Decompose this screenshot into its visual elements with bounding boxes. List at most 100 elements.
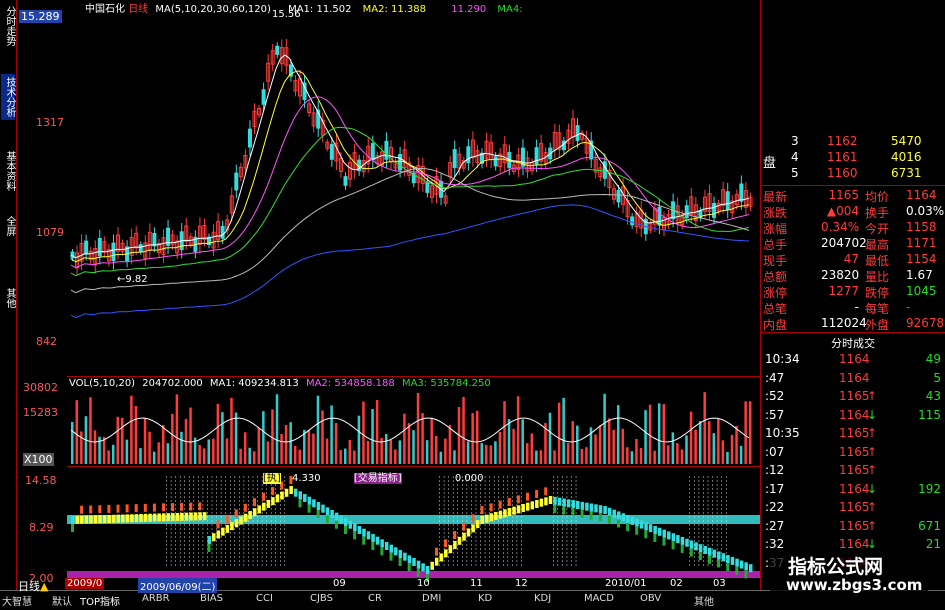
- volume-bar: [435, 436, 438, 464]
- indicator-tag2: [交易指标]: [353, 473, 402, 484]
- tick-time: :07: [765, 444, 785, 459]
- indicator-mark: [626, 523, 630, 532]
- tab-intraday[interactable]: 分时走势: [1, 4, 15, 48]
- date-label: 2009/0: [65, 578, 105, 589]
- tick-price: 1165: [839, 518, 870, 533]
- indicator-mark: [526, 492, 529, 501]
- period-indicator[interactable]: 日线▲: [18, 578, 48, 594]
- chart-area[interactable]: 中国石化 日线 MA(5,10,20,30,60,120) MA1: 11.50…: [67, 0, 760, 590]
- indicator-tab[interactable]: MACD: [584, 593, 614, 604]
- quote-label: 最新: [763, 190, 788, 204]
- indicator-mark: [535, 490, 539, 498]
- volume-bar: [152, 451, 156, 464]
- indicator-tab[interactable]: 大智慧: [2, 593, 32, 608]
- tab-fullscreen[interactable]: 全屏: [1, 214, 15, 238]
- indicator-mark: [234, 509, 238, 518]
- indicator-mark: [612, 509, 616, 518]
- tick-price: 1165: [839, 444, 870, 459]
- volume-bar: [526, 443, 529, 464]
- candle-body: [138, 244, 143, 252]
- indicator-mark: [539, 498, 544, 507]
- indicator-tab[interactable]: CR: [368, 593, 382, 604]
- volume-bar: [257, 427, 261, 464]
- volume-bar: [275, 394, 279, 464]
- candle-body: [84, 240, 89, 255]
- tab-other[interactable]: 其他: [1, 286, 15, 310]
- order-volume: 5470: [891, 134, 922, 148]
- quote-label: 内盘: [763, 318, 788, 332]
- indicator-mark: [462, 522, 466, 531]
- indicator-mark: [384, 542, 389, 550]
- volume-bar: [166, 443, 170, 464]
- indicator-mark: [389, 552, 393, 561]
- indicator-mark: [480, 506, 484, 514]
- candle-body: [657, 206, 662, 226]
- volume-bar: [394, 449, 397, 464]
- candle-body: [329, 143, 334, 160]
- ma3-value: 11.290: [451, 4, 487, 15]
- volume-bar: [180, 431, 183, 464]
- quote-value: 1164: [906, 188, 937, 202]
- indicator-tab[interactable]: DMI: [422, 593, 441, 604]
- up-arrow-icon: ↑: [867, 500, 878, 514]
- indicator-mark: [375, 536, 380, 545]
- indicator-mark: [444, 549, 448, 558]
- volume-bar: [416, 393, 420, 464]
- indicator-tab[interactable]: KDJ: [534, 593, 551, 604]
- volume-bar: [667, 445, 670, 464]
- tick-price: 1164: [839, 370, 870, 385]
- volume-bar: [635, 438, 638, 464]
- indicator-mark: [225, 514, 229, 523]
- indicator-mark: [671, 533, 676, 542]
- indicator-mark: [635, 518, 639, 527]
- date-label: 02: [670, 578, 683, 589]
- tick-row: :12 1165 ↑: [761, 463, 945, 479]
- indicator-tab[interactable]: TOP指标: [80, 593, 120, 608]
- indicator-mark: [216, 520, 220, 529]
- indicator-mark: [544, 487, 548, 496]
- volume-bar: [494, 441, 497, 464]
- indicator-mark: [626, 515, 630, 524]
- indicator-mark: [143, 513, 148, 522]
- tab-technical[interactable]: 技术分析: [1, 74, 15, 120]
- indicator-mark: [726, 555, 730, 564]
- vol-params: VOL(5,10,20): [69, 378, 136, 389]
- indicator-tab[interactable]: 默认: [52, 593, 72, 608]
- indicator-tab[interactable]: KD: [478, 593, 492, 604]
- kline-chart[interactable]: [67, 0, 760, 590]
- indicator-mark: [403, 552, 407, 561]
- indicator-mark: [102, 515, 107, 524]
- indicator-mark: [89, 505, 93, 514]
- volume-bar: [580, 448, 584, 464]
- volume-bar: [71, 422, 74, 464]
- tick-time: :22: [765, 500, 785, 514]
- volume-bar: [175, 394, 179, 464]
- indicator-mark: [253, 508, 257, 517]
- volume-bar: [107, 450, 110, 464]
- volume-bar: [739, 445, 743, 464]
- volume-bar: [348, 439, 352, 464]
- indicator-mark: [307, 496, 312, 505]
- indicator-tab[interactable]: BIAS: [200, 593, 223, 604]
- indicator-mark: [362, 536, 366, 545]
- indicator-tab[interactable]: CJBS: [310, 593, 333, 604]
- tick-row: :47 1164 5: [761, 371, 945, 387]
- indicator-mark: [489, 513, 494, 522]
- tick-row: :07 1165 ↑: [761, 445, 945, 461]
- volume-bar: [639, 447, 643, 464]
- tick-row: :57 1164 ↓ 115: [761, 408, 945, 424]
- indicator-mark: [571, 500, 575, 509]
- tab-fundamental[interactable]: 基本资料: [1, 148, 15, 194]
- indicator-mark: [166, 513, 171, 522]
- indicator-mark: [325, 507, 330, 516]
- indicator-mark: [207, 536, 211, 544]
- indicator-tab[interactable]: ARBR: [142, 593, 170, 604]
- indicator-mark: [553, 504, 557, 513]
- volume-bar: [398, 440, 402, 464]
- indicator-tab[interactable]: CCI: [256, 593, 273, 604]
- indicator-tab[interactable]: 其他: [694, 593, 714, 608]
- indicator-mark: [571, 508, 575, 517]
- indicator-tab[interactable]: OBV: [640, 593, 661, 604]
- volume-bar: [512, 428, 515, 464]
- indicator-mark: [225, 524, 230, 533]
